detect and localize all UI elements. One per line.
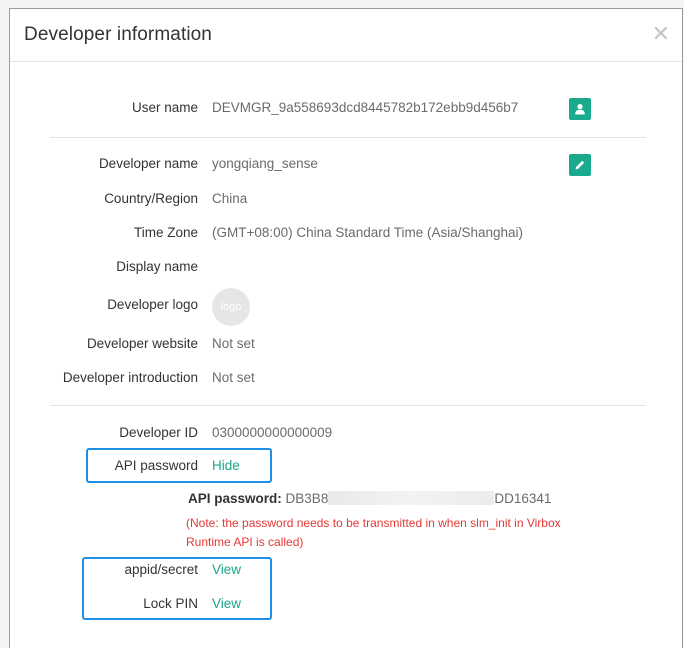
developer-website-label: Developer website [86,336,198,351]
row-display-name: Display name [10,256,682,278]
row-api-password: API password Hide [10,455,682,477]
user-name-value: DEVMGR_9a558693dcd8445782b172ebb9d456b7 [212,100,519,115]
developer-id-value: 0300000000000009 [212,425,333,440]
divider-2 [50,405,646,406]
developer-website-value: Not set [212,336,255,351]
row-developer-logo: Developer logo logo [10,288,682,326]
api-password-reveal-label: API password: [188,491,282,506]
row-appid-secret: appid/secret View [10,559,682,581]
time-zone-value: (GMT+08:00) China Standard Time (Asia/Sh… [212,225,524,240]
dialog-header: Developer information ✕ [10,9,682,62]
developer-id-label: Developer ID [119,425,198,440]
api-password-mask [328,491,495,505]
developer-introduction-label: Developer introduction [62,370,198,385]
api-password-suffix: DD16341 [494,491,552,506]
edit-button[interactable] [569,154,591,176]
api-password-reveal: API password: DB3B8 DD16341 [188,488,551,510]
developer-logo-label: Developer logo [107,297,198,312]
api-password-label: API password [114,458,198,473]
row-developer-name: Developer name yongqiang_sense [10,153,682,176]
row-country-region: Country/Region China [10,188,682,210]
user-name-label: User name [131,100,198,115]
lock-pin-label: Lock PIN [143,596,198,611]
dialog-title: Developer information [24,24,212,45]
user-icon [575,104,585,115]
country-region-value: China [212,191,248,206]
lock-pin-view-link[interactable]: View [212,593,241,615]
row-developer-id: Developer ID 0300000000000009 [10,422,682,444]
appid-secret-view-link[interactable]: View [212,559,241,581]
row-developer-introduction: Developer introduction Not set [10,367,682,389]
divider-1 [50,137,646,138]
row-developer-website: Developer website Not set [10,333,682,355]
close-icon[interactable]: ✕ [652,23,670,45]
pencil-icon [575,160,585,170]
api-password-note: (Note: the password needs to be transmit… [186,516,561,549]
logo-placeholder-text: logo [220,301,242,313]
row-user-name: User name DEVMGR_9a558693dcd8445782b172e… [10,97,682,120]
developer-name-value: yongqiang_sense [212,156,318,171]
display-name-label: Display name [116,259,198,274]
appid-secret-label: appid/secret [124,562,198,577]
row-time-zone: Time Zone (GMT+08:00) China Standard Tim… [10,222,682,244]
developer-logo-image: logo [212,288,250,326]
developer-info-dialog: Developer information ✕ User name DEVMGR… [9,8,683,648]
developer-name-label: Developer name [98,156,198,171]
developer-introduction-value: Not set [212,370,255,385]
user-icon-button[interactable] [569,98,591,120]
country-region-label: Country/Region [104,191,198,206]
api-password-prefix: DB3B8 [285,491,329,506]
api-password-hide-link[interactable]: Hide [212,455,240,477]
time-zone-label: Time Zone [133,225,198,240]
row-lock-pin: Lock PIN View [10,593,682,615]
